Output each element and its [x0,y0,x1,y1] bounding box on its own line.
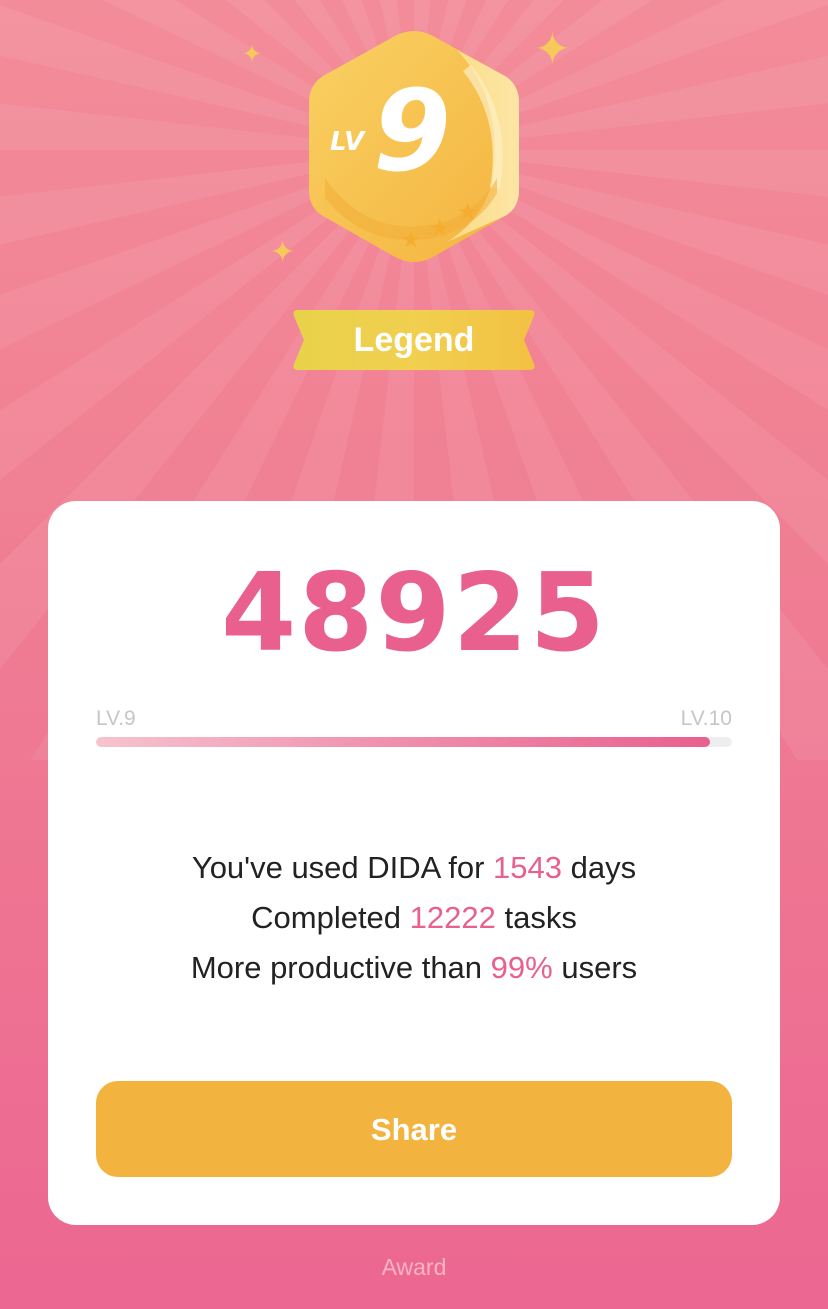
star-icon: ★ [401,228,421,253]
rank-ribbon: Legend [292,308,536,372]
badge-level-prefix: LV [330,127,366,157]
level-progress-fill [96,737,710,747]
stat-days-value: 1543 [493,850,563,885]
rank-title: Legend [353,321,475,359]
award-link[interactable]: Award [0,1254,828,1281]
sparkle-icon: ✦ [242,40,263,68]
stat-days-unit: days [570,850,637,885]
stat-productivity-value: 99% [490,950,553,985]
level-badge: LV 9 ★ ★ ★ [307,28,521,266]
next-level-label: LV.10 [680,707,732,730]
stat-days: You've used DIDA for 1543 days [48,843,780,893]
stat-days-text: You've used DIDA for [191,850,485,885]
stat-tasks-unit: tasks [504,900,577,935]
stat-tasks: Completed 12222 tasks [48,893,780,943]
sparkle-icon: ✦ [270,235,296,270]
stat-tasks-value: 12222 [409,900,496,935]
stat-productivity-text: More productive than [190,950,483,985]
badge-level-number: 9 [373,67,451,197]
score-value: 48925 [221,551,607,676]
star-icon: ★ [429,214,451,242]
star-icon: ★ [457,198,479,226]
sparkle-icon: ✦ [534,24,571,75]
stat-productivity-unit: users [561,950,638,985]
stat-productivity: More productive than 99% users [48,943,780,993]
share-button[interactable]: Share [96,1081,732,1177]
stats-block: You've used DIDA for 1543 days Completed… [48,843,780,993]
level-progress-bar [96,737,732,747]
current-level-label: LV.9 [96,707,136,730]
level-card: 48925 LV.9 LV.10 You've used DIDA for 15… [48,501,780,1225]
stat-tasks-text: Completed [251,900,402,935]
